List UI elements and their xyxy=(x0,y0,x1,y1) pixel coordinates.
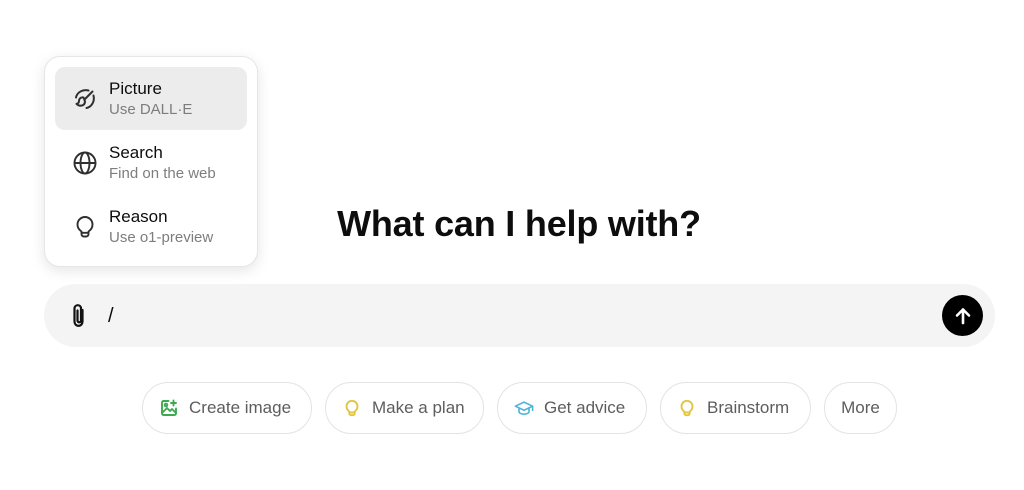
prompt-input[interactable] xyxy=(108,302,908,330)
composer xyxy=(44,284,995,347)
menu-item-picture[interactable]: Picture Use DALL·E xyxy=(55,67,247,130)
chip-label: More xyxy=(841,398,880,417)
menu-item-title: Search xyxy=(109,142,163,162)
chip-label: Brainstorm xyxy=(707,398,790,417)
chip-make-a-plan[interactable]: Make a plan xyxy=(325,382,484,434)
chip-label: Get advice xyxy=(544,398,626,417)
image-icon xyxy=(159,398,179,418)
page-heading: What can I help with? xyxy=(337,203,701,244)
paperclip-icon[interactable] xyxy=(66,302,92,330)
lightbulb-icon xyxy=(342,398,362,418)
chip-get-advice[interactable]: Get advice xyxy=(497,382,647,434)
menu-item-subtitle: Use DALL·E xyxy=(109,100,193,118)
arrow-up-icon xyxy=(955,307,970,324)
chat-home: Picture Use DALL·E Search Find on the we… xyxy=(0,0,1024,490)
globe-icon xyxy=(71,149,99,177)
chip-more[interactable]: More xyxy=(824,382,897,434)
chip-create-image[interactable]: Create image xyxy=(142,382,312,434)
paint-brush-icon xyxy=(71,85,99,113)
chip-brainstorm[interactable]: Brainstorm xyxy=(660,382,811,434)
menu-item-subtitle: Find on the web xyxy=(109,164,216,182)
chip-label: Make a plan xyxy=(372,398,465,417)
menu-item-title: Picture xyxy=(109,78,162,98)
menu-item-search[interactable]: Search Find on the web xyxy=(55,131,247,194)
suggestion-chips: Create image Make a plan Get advice Brai… xyxy=(0,382,1024,434)
lightbulb-icon xyxy=(677,398,697,418)
chip-label: Create image xyxy=(189,398,292,417)
graduation-cap-icon xyxy=(514,398,534,418)
send-button[interactable] xyxy=(942,295,983,336)
